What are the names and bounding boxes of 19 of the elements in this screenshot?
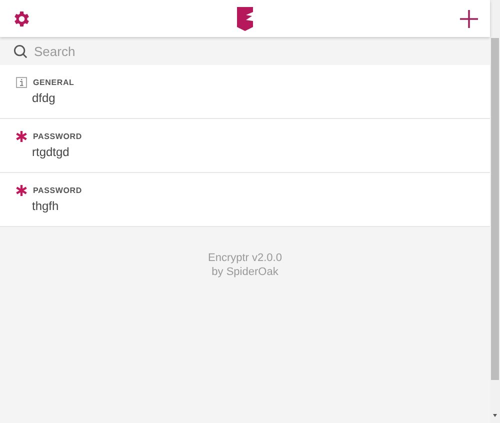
entry-row[interactable]: PASSWORD rtgdtgd bbox=[0, 119, 490, 173]
add-icon[interactable] bbox=[459, 8, 479, 28]
scrollbar-thumb[interactable] bbox=[491, 38, 499, 380]
vendor-text: by SpiderOak bbox=[212, 265, 278, 279]
version-text: Encryptr v2.0.0 bbox=[208, 251, 282, 265]
entry-type: PASSWORD bbox=[33, 184, 82, 196]
entry-name: dfdg bbox=[31, 90, 56, 106]
entry-type: PASSWORD bbox=[33, 130, 82, 142]
entry-type: GENERAL bbox=[33, 76, 74, 88]
asterisk-icon bbox=[16, 185, 27, 196]
entry-name: thgfh bbox=[31, 198, 60, 214]
entry-name: rtgdtgd bbox=[31, 144, 70, 160]
search-icon bbox=[13, 44, 28, 59]
logo-icon bbox=[237, 6, 253, 30]
entry-row[interactable]: PASSWORD thgfh bbox=[0, 173, 490, 227]
entry-row[interactable]: GENERAL dfdg bbox=[0, 65, 490, 119]
info-icon bbox=[16, 77, 27, 88]
asterisk-icon bbox=[16, 131, 27, 142]
scroll-down-icon[interactable] bbox=[490, 413, 500, 419]
